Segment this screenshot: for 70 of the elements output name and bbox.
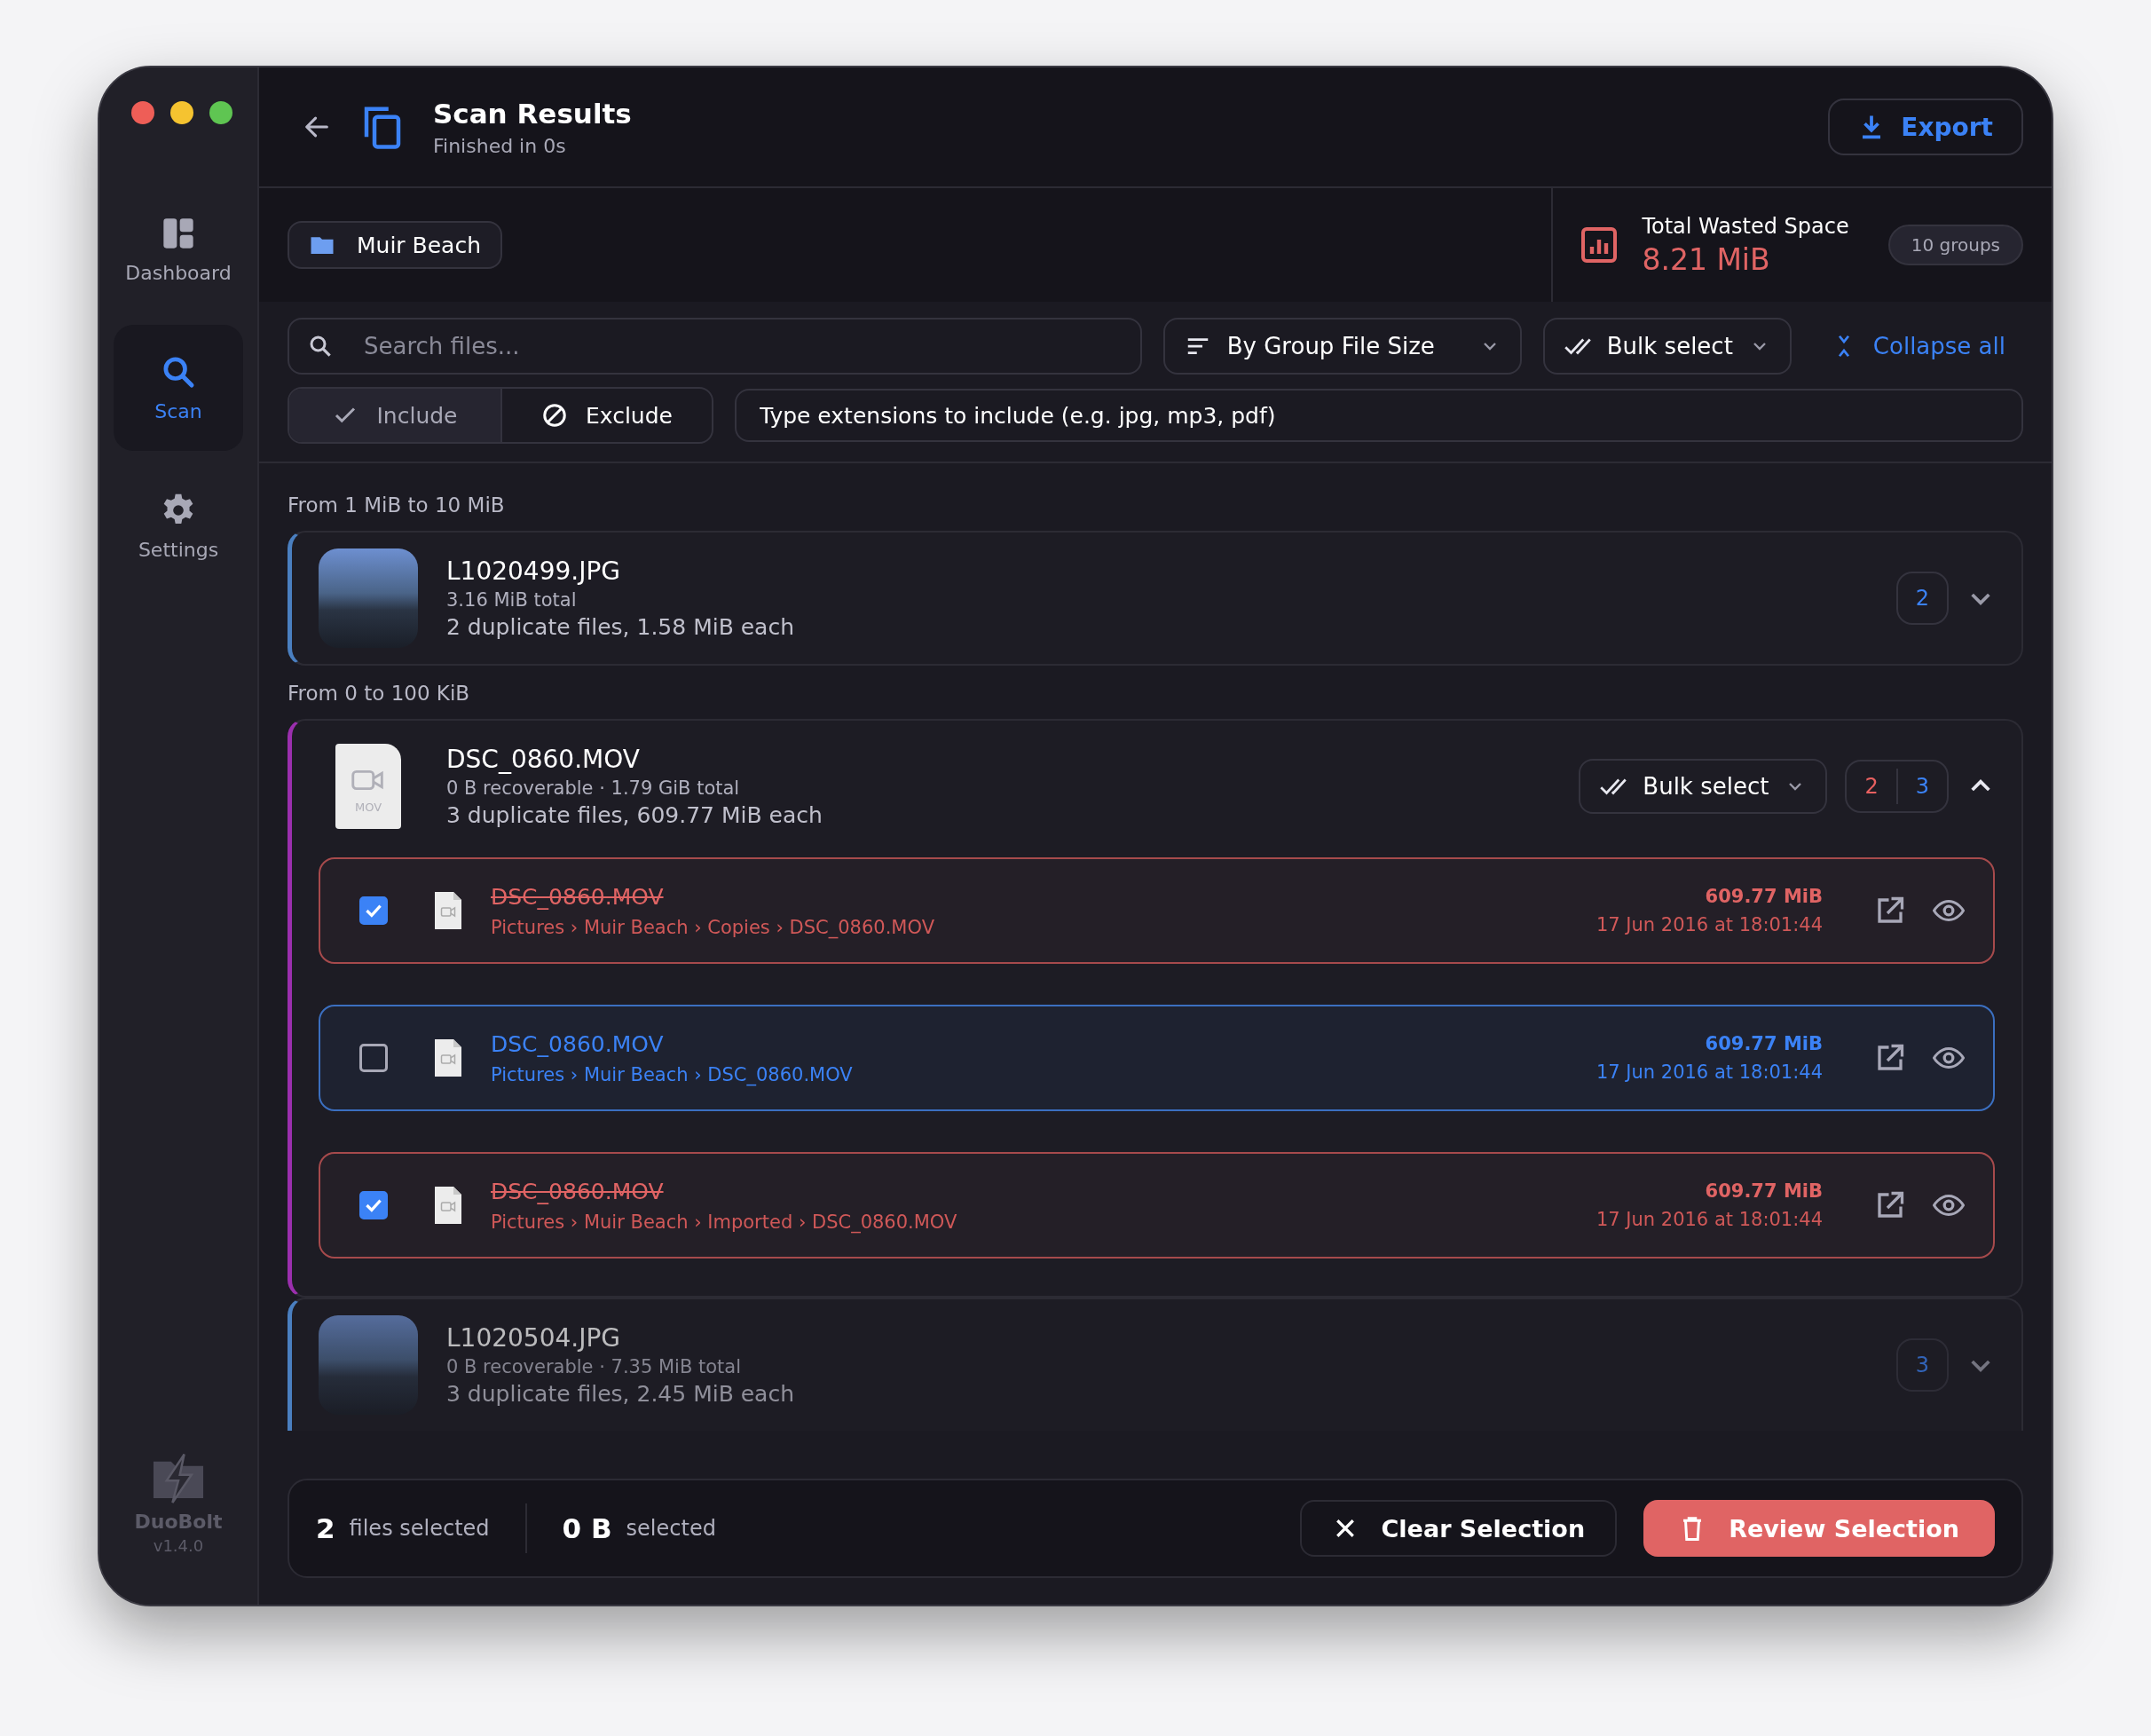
page-title: Scan Results [433, 97, 633, 130]
selected-count-label: files selected [349, 1516, 490, 1541]
file-date: 17 Jun 2016 at 18:01:44 [1596, 1061, 1823, 1083]
app-name: DuoBolt [134, 1511, 223, 1533]
file-size: 609.77 MiB [1705, 1033, 1823, 1054]
file-row[interactable]: DSC_0860.MOV Pictures › Muir Beach › Imported › DSC_0860.MOV 609.77 MiB 17 Jun 2016 at 18:01:44 [319, 1152, 1995, 1259]
video-file-icon [432, 1185, 464, 1226]
sidebar-item[interactable]: Settings [114, 463, 243, 589]
sidebar-item[interactable]: Scan [114, 325, 243, 451]
group-file-name: L1020499.JPG [446, 556, 622, 586]
video-file-icon [432, 890, 464, 931]
group-card[interactable] [288, 719, 2023, 1298]
group-size-info: 0 B recoverable · 7.35 MiB total [446, 1356, 743, 1377]
video-file-icon [432, 1038, 464, 1078]
bulk-select-dropdown[interactable]: Bulk select [1542, 318, 1792, 375]
extensions-field[interactable]: Type extensions to include (e.g. jpg, mp3, pdf) [735, 389, 2023, 442]
group-size-info: 0 B recoverable · 1.79 GiB total [446, 777, 741, 799]
folder-name: Muir Beach [357, 232, 482, 258]
count-number: 2 [1864, 774, 1879, 799]
file-date: 17 Jun 2016 at 18:01:44 [1596, 914, 1823, 935]
file-path: Pictures › Muir Beach › Copies › DSC_0860.MOV [491, 916, 935, 938]
section-heading: From 0 to 100 KiB [288, 681, 471, 706]
sort-dropdown[interactable]: By Group File Size [1162, 318, 1522, 375]
file-name: DSC_0860.MOV [491, 883, 665, 910]
count-number: 3 [1915, 774, 1929, 799]
bulk-select-dropdown[interactable]: Bulk select [1579, 759, 1828, 814]
group-card[interactable]: L1020504.JPG 0 B recoverable · 7.35 MiB total 3 duplicate files, 2.45 MiB each 3 [288, 1298, 2023, 1431]
file-date: 17 Jun 2016 at 18:01:44 [1596, 1209, 1823, 1230]
file-name: DSC_0860.MOV [491, 1178, 665, 1204]
file-path: Pictures › Muir Beach › Imported › DSC_0860.MOV [491, 1211, 958, 1233]
checkbox[interactable] [359, 1191, 388, 1219]
group-card[interactable]: L1020499.JPG 3.16 MiB total 2 duplicate files, 1.58 MiB each 2 [288, 531, 2023, 666]
file-name: DSC_0860.MOV [491, 1030, 665, 1057]
file-path: Pictures › Muir Beach › DSC_0860.MOV [491, 1063, 854, 1085]
search-field[interactable]: Search files... [288, 318, 1142, 375]
group-file-name: DSC_0860.MOV [446, 745, 641, 774]
group-summary: 2 duplicate files, 1.58 MiB each [446, 614, 796, 640]
folder-chip[interactable]: Muir Beach [288, 221, 503, 269]
block-icon [541, 402, 569, 429]
close-button[interactable] [131, 101, 154, 124]
file-size: 609.77 MiB [1705, 886, 1823, 907]
section-heading: From 1 MiB to 10 MiB [288, 493, 506, 518]
filter-mode-tab[interactable]: Include [289, 389, 500, 442]
groups-badge: 10 groups [1887, 225, 2023, 265]
clear-selection-button[interactable]: Clear Selection [1299, 1500, 1618, 1557]
zoom-button[interactable] [209, 101, 232, 124]
selected-size-label: selected [626, 1516, 716, 1541]
file-size: 609.77 MiB [1705, 1180, 1823, 1202]
file-row[interactable]: DSC_0860.MOV Pictures › Muir Beach › DSC_0860.MOV 609.77 MiB 17 Jun 2016 at 18:01:44 [319, 1005, 1995, 1111]
stat-value: 8.21 MiB [1642, 241, 1771, 277]
selected-size: 0 B [562, 1512, 612, 1544]
minimize-button[interactable] [170, 101, 193, 124]
group-size-info: 3.16 MiB total [446, 589, 578, 611]
checkbox[interactable] [359, 1044, 388, 1072]
filter-mode-tab[interactable]: Exclude [500, 389, 712, 442]
count-number: 3 [1915, 1353, 1929, 1377]
page-subtitle: Finished in 0s [433, 134, 567, 157]
export-button[interactable]: Export [1828, 99, 2023, 155]
collapse-all-button[interactable]: Collapse all [1812, 333, 2023, 359]
selected-count: 2 [316, 1512, 335, 1544]
video-file-icon: MOV [335, 744, 401, 829]
app-version: v1.4.0 [153, 1536, 204, 1555]
stat-label: Total Wasted Space [1642, 213, 1849, 239]
count-number: 2 [1915, 586, 1929, 611]
sidebar-item[interactable]: Dashboard [114, 186, 243, 312]
file-row[interactable]: DSC_0860.MOV Pictures › Muir Beach › Copies › DSC_0860.MOV 609.77 MiB 17 Jun 2016 at 18:01:44 [319, 857, 1995, 964]
group-summary: 3 duplicate files, 2.45 MiB each [446, 1381, 796, 1407]
group-file-name: L1020504.JPG [446, 1323, 622, 1353]
checkbox[interactable] [359, 896, 388, 925]
group-summary: 3 duplicate files, 609.77 MiB each [446, 802, 823, 828]
